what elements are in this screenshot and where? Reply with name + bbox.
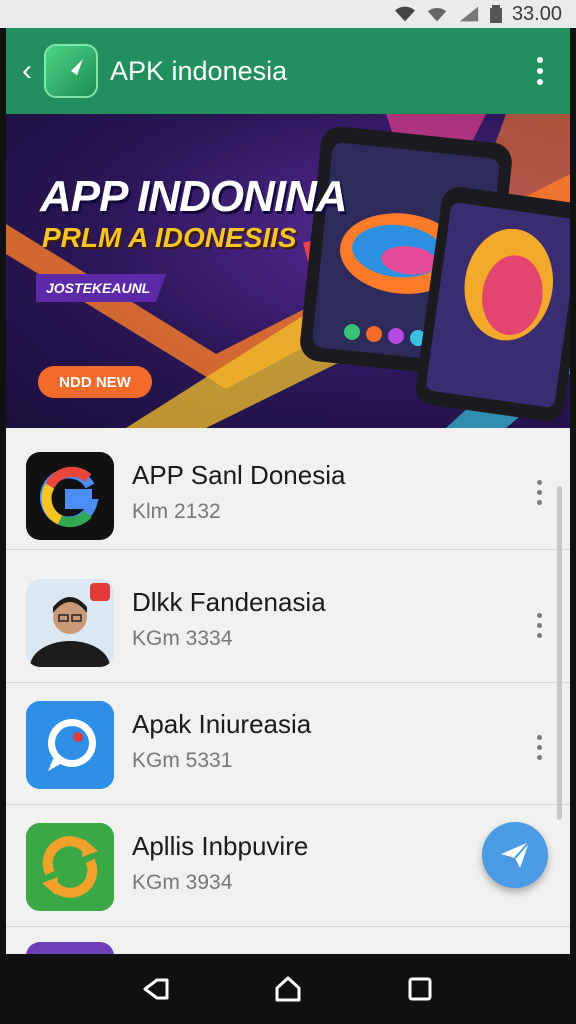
status-time: 33.00 xyxy=(511,2,562,25)
app-meta: KGm 3934 xyxy=(132,871,233,894)
banner-cta-button[interactable]: NDD NEW xyxy=(38,366,152,398)
list-item[interactable]: APP Sanl Donesia Klm 2132 xyxy=(6,428,570,550)
status-bar: 33.00 xyxy=(0,0,576,28)
overflow-menu-button[interactable] xyxy=(520,57,560,85)
banner-subtitle: PRLM A IDONESIIS xyxy=(42,222,297,253)
cell-signal-icon xyxy=(459,6,479,22)
person-photo-icon xyxy=(26,579,114,667)
list-item[interactable]: Apak Iniureasia KGm 5331 xyxy=(6,683,570,805)
home-icon xyxy=(275,976,301,1002)
arrow-logo-icon xyxy=(59,59,83,83)
recents-square-icon xyxy=(408,977,432,1001)
list-scrollbar[interactable] xyxy=(557,486,562,820)
paper-plane-icon xyxy=(501,841,530,868)
banner-title: APP INDONINA xyxy=(40,172,348,221)
app-name: Apak Iniureasia xyxy=(132,709,312,739)
promo-banner[interactable]: APP INDONINA PRLM A IDONESIIS JOSTEKEAUN… xyxy=(6,114,570,428)
system-nav-bar xyxy=(0,954,576,1024)
wifi-signal-icon xyxy=(427,8,447,22)
app-bar: ‹ APK indonesia xyxy=(6,28,570,114)
banner-tag: JOSTEKEAUNL xyxy=(36,274,167,302)
battery-icon xyxy=(489,5,502,23)
app-name: Dlkk Fandenasia xyxy=(132,587,326,617)
google-g-icon xyxy=(26,452,114,540)
wifi-icon xyxy=(394,6,416,22)
list-item[interactable]: Dlkk Fandenasia KGm 3334 xyxy=(6,561,570,683)
chat-bubble-icon xyxy=(26,701,114,789)
list-item-partial[interactable] xyxy=(6,928,570,954)
app-title: APK indonesia xyxy=(110,55,288,86)
app-list: APP Sanl Donesia Klm 2132 Dlkk Fandenasi… xyxy=(6,428,570,954)
purple-app-icon xyxy=(26,942,114,954)
app-logo xyxy=(44,44,98,98)
back-chevron-icon[interactable]: ‹ xyxy=(22,54,42,88)
app-name: APP Sanl Donesia xyxy=(132,460,346,490)
app-meta: KGm 5331 xyxy=(132,749,233,772)
recents-button[interactable] xyxy=(400,969,440,1009)
item-overflow-menu[interactable] xyxy=(537,735,542,760)
back-button[interactable] xyxy=(136,969,176,1009)
app-meta: KGm 3334 xyxy=(132,627,233,650)
app-meta: Klm 2132 xyxy=(132,500,221,523)
refresh-orange-icon xyxy=(26,823,114,911)
home-button[interactable] xyxy=(268,969,308,1009)
app-name: Apllis Inbpuvire xyxy=(132,831,309,861)
item-overflow-menu[interactable] xyxy=(537,480,542,505)
item-overflow-menu[interactable] xyxy=(537,613,542,638)
send-fab-button[interactable] xyxy=(482,822,548,888)
back-triangle-icon xyxy=(143,978,169,1000)
